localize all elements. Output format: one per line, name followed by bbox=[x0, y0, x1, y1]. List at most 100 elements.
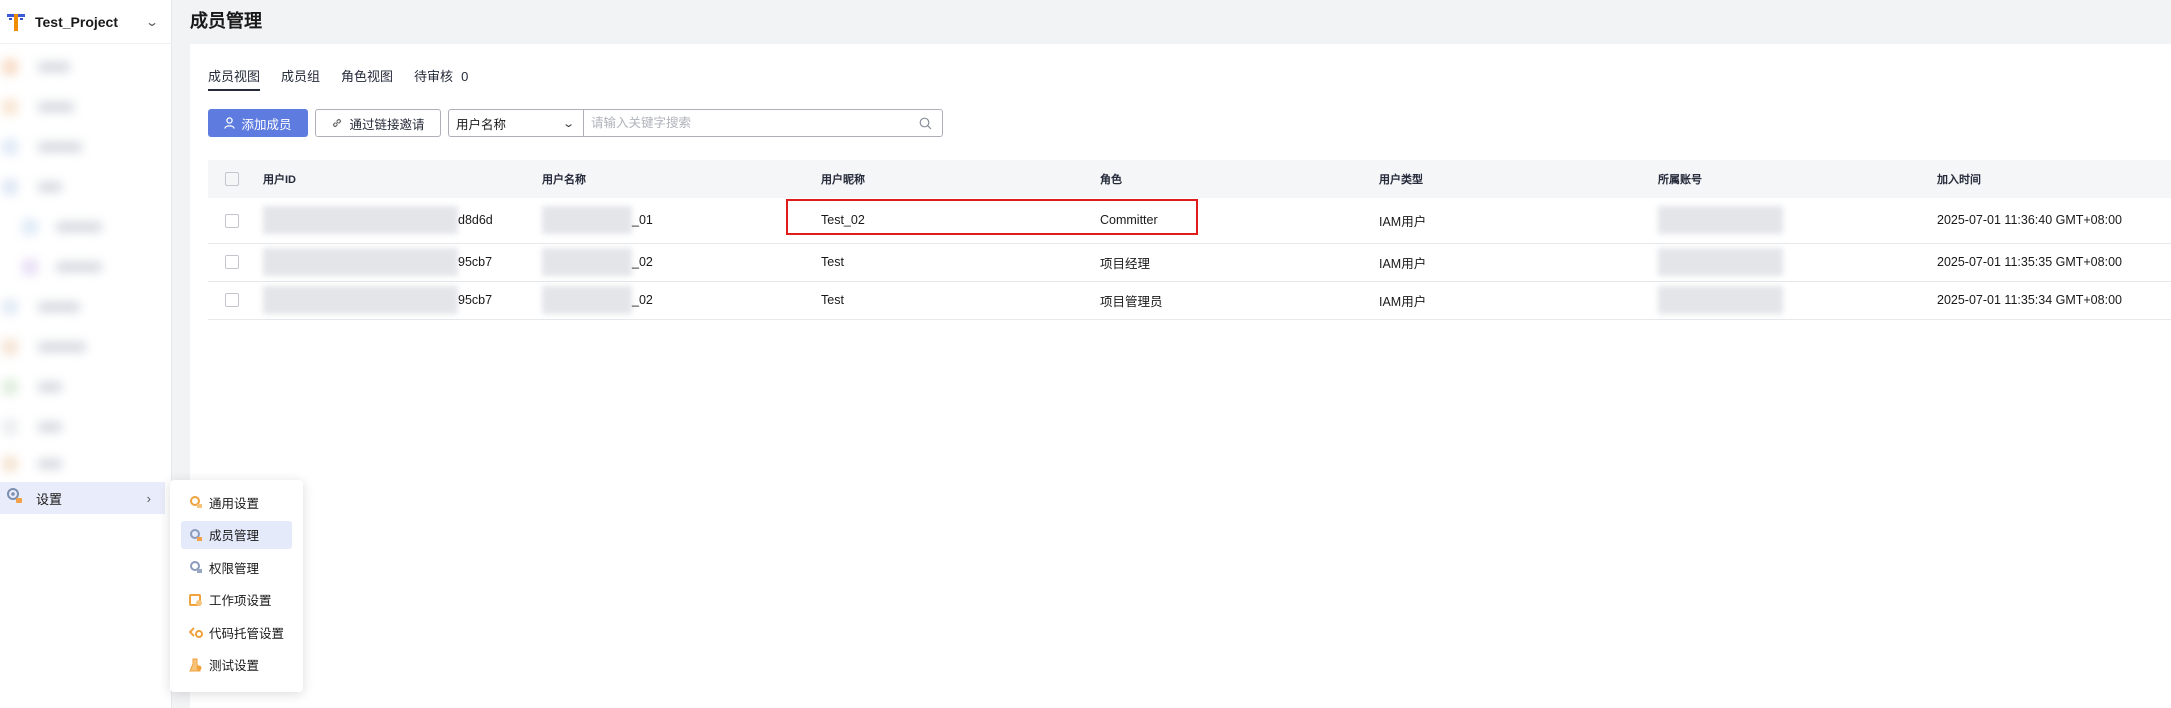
nav-item-blurred[interactable] bbox=[0, 133, 165, 161]
invite-link-button[interactable]: 通过链接邀请 bbox=[315, 109, 441, 137]
cell-user-type: IAM用户 bbox=[1379, 198, 1658, 244]
cell-joined-time: 2025-07-01 11:35:34 GMT+08:00 bbox=[1937, 281, 2171, 320]
tab-member-groups[interactable]: 成员组 bbox=[281, 66, 320, 90]
select-value: 用户名称 bbox=[456, 117, 507, 132]
cell-user-name: _01 bbox=[542, 198, 821, 244]
submenu-item-test-settings[interactable]: 测试设置 bbox=[181, 651, 292, 679]
table-header-row: 用户ID 用户名称 用户昵称 角色 用户类型 所属账号 加入时间 bbox=[208, 160, 2171, 198]
tab-role-view[interactable]: 角色视图 bbox=[341, 66, 393, 90]
table-row[interactable]: 95cb7 _02 Test 项目管理员 IAM用户 2025-07-01 11… bbox=[208, 281, 2171, 320]
member-card: 成员视图 成员组 角色视图 待审核 0 添加成员 通过链接邀请 用户名称 ⌄ 请… bbox=[190, 44, 2171, 708]
cell-user-type: IAM用户 bbox=[1379, 281, 1658, 320]
header-nickname[interactable]: 用户昵称 bbox=[821, 160, 1100, 198]
submenu-item-member-management[interactable]: 成员管理 bbox=[181, 520, 292, 549]
submenu-item-code-hosting-settings[interactable]: 代码托管设置 bbox=[181, 618, 292, 646]
nav-item-blurred[interactable] bbox=[0, 450, 165, 478]
chevron-down-icon: ⌄ bbox=[561, 117, 575, 130]
cell-role: 项目经理 bbox=[1100, 243, 1379, 282]
tab-member-view[interactable]: 成员视图 bbox=[208, 66, 261, 91]
invite-link-label: 通过链接邀请 bbox=[349, 117, 425, 132]
sidebar-item-settings[interactable]: 设置 › bbox=[0, 482, 165, 514]
permission-management-icon bbox=[189, 560, 203, 574]
cell-account bbox=[1658, 243, 1937, 282]
tab-label: 成员视图 bbox=[208, 69, 261, 84]
sidebar-item-label: 设置 bbox=[36, 491, 63, 507]
submenu-item-permission-management[interactable]: 权限管理 bbox=[181, 553, 292, 581]
row-checkbox[interactable] bbox=[225, 293, 239, 308]
nav-item-blurred[interactable] bbox=[0, 53, 165, 81]
cell-nickname: Test bbox=[821, 281, 1100, 320]
user-id-visible: 95cb7 bbox=[458, 293, 493, 307]
header-role[interactable]: 角色 bbox=[1100, 160, 1379, 198]
row-checkbox-cell bbox=[208, 243, 263, 282]
chevron-right-icon: › bbox=[146, 490, 151, 506]
nav-item-blurred[interactable] bbox=[0, 213, 165, 241]
project-name: Test_Project bbox=[35, 13, 118, 30]
cell-account bbox=[1658, 281, 1937, 320]
tab-pending-review[interactable]: 待审核 0 bbox=[414, 66, 468, 90]
row-checkbox-cell bbox=[208, 198, 263, 244]
cell-user-name: _02 bbox=[542, 243, 821, 282]
tab-label: 角色视图 bbox=[341, 69, 394, 84]
cell-account bbox=[1658, 198, 1937, 244]
user-id-visible: 95cb7 bbox=[458, 255, 493, 269]
submenu-item-work-item-settings[interactable]: 工作项设置 bbox=[181, 586, 292, 614]
header-user-id[interactable]: 用户ID bbox=[263, 160, 542, 198]
cell-user-id: 95cb7 bbox=[263, 281, 542, 320]
tab-label: 成员组 bbox=[281, 69, 321, 84]
row-checkbox[interactable] bbox=[225, 213, 239, 228]
members-table: 用户ID 用户名称 用户昵称 角色 用户类型 所属账号 加入时间 d8d6d _… bbox=[208, 160, 2171, 320]
user-name-visible: _01 bbox=[632, 213, 653, 228]
search-box bbox=[584, 109, 943, 137]
toolbar: 添加成员 通过链接邀请 用户名称 ⌄ bbox=[208, 109, 943, 137]
header-user-name[interactable]: 用户名称 bbox=[542, 160, 821, 198]
cell-user-id: 95cb7 bbox=[263, 243, 542, 282]
cell-joined-time: 2025-07-01 11:36:40 GMT+08:00 bbox=[1937, 198, 2171, 244]
pending-count: 0 bbox=[461, 69, 469, 84]
nav-item-blurred[interactable] bbox=[0, 253, 165, 281]
submenu-item-label: 测试设置 bbox=[209, 659, 260, 673]
nav-item-blurred[interactable] bbox=[0, 173, 165, 201]
row-checkbox-cell bbox=[208, 281, 263, 320]
sidebar: Test_Project ⌄ 设置 › bbox=[0, 0, 172, 708]
cell-user-type: IAM用户 bbox=[1379, 243, 1658, 282]
row-checkbox[interactable] bbox=[225, 255, 239, 270]
submenu-item-label: 代码托管设置 bbox=[209, 626, 285, 641]
cell-role: 项目管理员 bbox=[1100, 281, 1379, 320]
user-name-visible: _02 bbox=[632, 293, 653, 307]
submenu-item-label: 成员管理 bbox=[209, 529, 260, 543]
cell-user-id: d8d6d bbox=[263, 198, 542, 244]
table-row[interactable]: 95cb7 _02 Test 项目经理 IAM用户 2025-07-01 11:… bbox=[208, 243, 2171, 282]
select-all-cell bbox=[208, 160, 263, 198]
search-input[interactable] bbox=[591, 116, 919, 130]
test-settings-icon bbox=[189, 658, 203, 672]
cell-nickname: Test bbox=[821, 243, 1100, 282]
header-joined-time[interactable]: 加入时间 bbox=[1937, 160, 2171, 198]
cell-joined-time: 2025-07-01 11:35:35 GMT+08:00 bbox=[1937, 243, 2171, 282]
header-user-type[interactable]: 用户类型 bbox=[1379, 160, 1658, 198]
tab-label: 待审核 bbox=[414, 69, 454, 84]
member-management-icon bbox=[189, 528, 203, 542]
chevron-down-icon[interactable]: ⌄ bbox=[145, 15, 159, 29]
submenu-item-label: 通用设置 bbox=[209, 496, 260, 511]
nav-item-blurred[interactable] bbox=[0, 293, 165, 321]
search-icon[interactable] bbox=[919, 117, 932, 130]
add-member-label: 添加成员 bbox=[241, 117, 292, 132]
select-all-checkbox[interactable] bbox=[225, 172, 239, 186]
nav-item-blurred[interactable] bbox=[0, 333, 165, 361]
nav-item-blurred[interactable] bbox=[0, 373, 165, 401]
header-account[interactable]: 所属账号 bbox=[1658, 160, 1937, 198]
project-switcher[interactable]: Test_Project ⌄ bbox=[0, 0, 171, 44]
settings-submenu: 通用设置 成员管理 权限管理 工作项设置 代码托管设置 测试设置 bbox=[170, 480, 303, 692]
nav-item-blurred[interactable] bbox=[0, 93, 165, 121]
user-icon bbox=[224, 117, 236, 129]
search-field-select[interactable]: 用户名称 ⌄ bbox=[448, 109, 584, 137]
page-title: 成员管理 bbox=[190, 11, 262, 31]
submenu-item-general-settings[interactable]: 通用设置 bbox=[181, 488, 292, 516]
submenu-item-label: 工作项设置 bbox=[209, 594, 272, 608]
add-member-button[interactable]: 添加成员 bbox=[208, 109, 308, 137]
nav-item-blurred[interactable] bbox=[0, 413, 165, 441]
user-id-visible: d8d6d bbox=[458, 213, 493, 228]
user-name-visible: _02 bbox=[632, 255, 653, 269]
highlight-annotation-box bbox=[786, 199, 1198, 235]
